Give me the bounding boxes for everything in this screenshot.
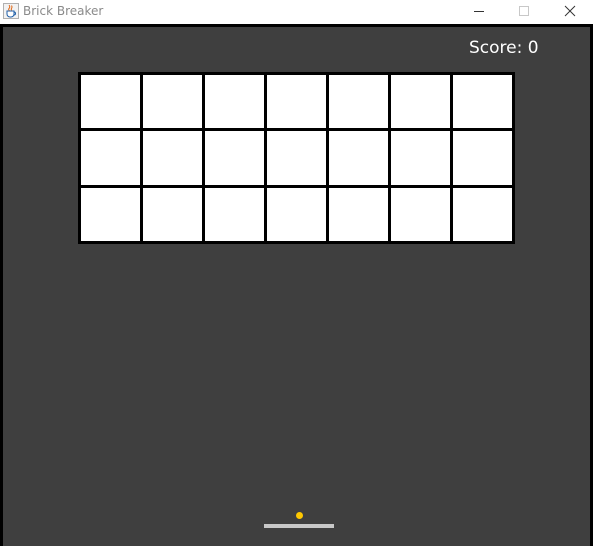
maximize-button[interactable]: [501, 0, 547, 24]
brick: [205, 75, 264, 129]
brick: [81, 75, 140, 129]
brick: [81, 131, 140, 185]
brick: [267, 187, 326, 241]
brick: [453, 75, 512, 129]
minimize-button[interactable]: [456, 0, 502, 24]
brick: [143, 187, 202, 241]
title-bar[interactable]: Brick Breaker: [0, 0, 593, 24]
brick: [143, 75, 202, 129]
brick: [267, 75, 326, 129]
game-window: Brick Breaker Score: 0: [0, 0, 593, 546]
brick: [329, 187, 388, 241]
ball: [296, 512, 303, 519]
brick: [329, 75, 388, 129]
maximize-icon: [519, 6, 529, 16]
brick: [391, 131, 450, 185]
brick-grid: [78, 72, 515, 244]
brick: [205, 187, 264, 241]
brick: [205, 131, 264, 185]
close-icon: [564, 5, 576, 17]
brick: [329, 131, 388, 185]
paddle[interactable]: [264, 524, 334, 528]
brick: [267, 131, 326, 185]
brick: [453, 131, 512, 185]
score-display: Score: 0: [469, 38, 539, 58]
brick: [391, 75, 450, 129]
brick: [143, 131, 202, 185]
close-button[interactable]: [547, 0, 593, 24]
brick: [81, 187, 140, 241]
brick: [453, 187, 512, 241]
window-title: Brick Breaker: [23, 4, 104, 18]
brick: [391, 187, 450, 241]
java-cup-icon: [3, 3, 19, 19]
minimize-icon: [474, 11, 484, 12]
